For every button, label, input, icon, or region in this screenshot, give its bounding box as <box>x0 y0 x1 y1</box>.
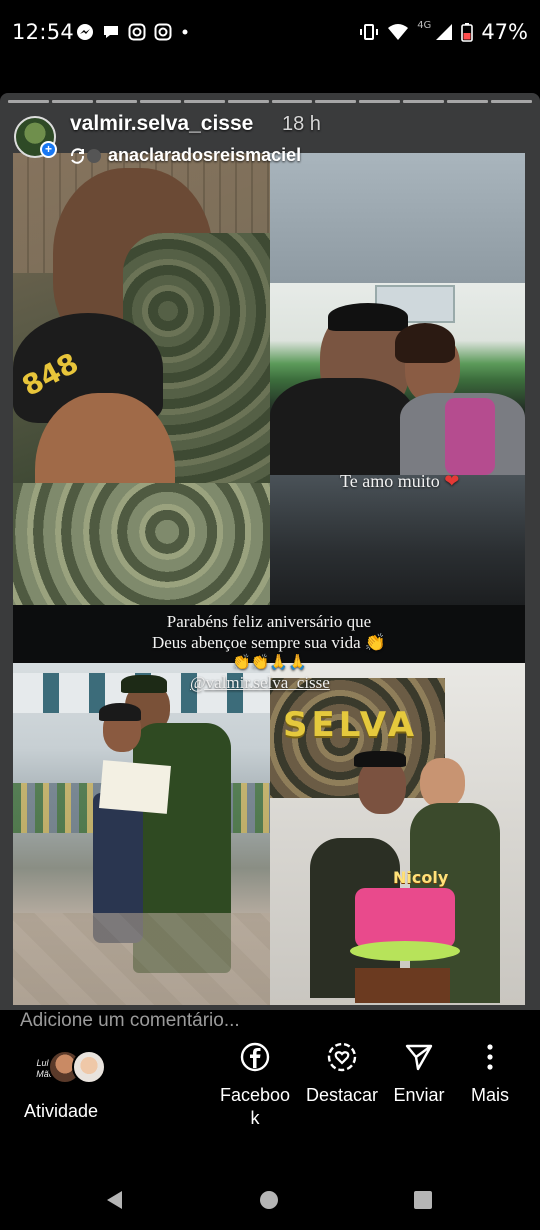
activity-avatar <box>72 1050 106 1084</box>
activity-avatars[interactable]: Lulu Mãe <box>28 1050 128 1090</box>
facebook-label-line1: Faceboo <box>219 1085 291 1105</box>
send-icon <box>405 1044 433 1071</box>
back-icon[interactable] <box>104 1189 124 1211</box>
instagram-icon <box>128 23 146 41</box>
reposted-username: anaclaradosreismaciel <box>108 145 302 165</box>
facebook-label-line2: k <box>250 1108 260 1128</box>
recents-icon[interactable] <box>413 1190 433 1210</box>
send-button[interactable]: Enviar <box>388 1040 450 1107</box>
repost-attribution[interactable]: anaclaradosreismaciel <box>70 145 301 166</box>
messenger-icon <box>77 24 93 40</box>
story-username[interactable]: valmir.selva_cisse <box>70 112 253 136</box>
network-type: 4G <box>417 19 432 31</box>
highlight-label: Destacar <box>305 1085 379 1105</box>
story-mention[interactable]: @valmir.selva_cisse <box>190 673 330 693</box>
cake-topper-name: Nicoly <box>393 868 449 887</box>
battery-icon <box>461 23 474 42</box>
clock: 12:54 <box>12 20 75 44</box>
signal-icon <box>436 24 453 40</box>
comment-input[interactable]: Adicione um comentário... <box>20 1010 240 1032</box>
repost-icon <box>70 147 101 164</box>
home-icon[interactable] <box>259 1190 279 1210</box>
share-facebook-button[interactable]: Faceboo k <box>218 1040 292 1130</box>
selva-banner-text: SELVA <box>283 705 419 745</box>
battery-percent: 47% <box>481 20 528 44</box>
status-right: 4G 47% <box>359 20 528 44</box>
more-label: Mais <box>470 1085 509 1105</box>
story-actions: Lulu Mãe Atividade Faceboo k Destacar En… <box>0 1040 540 1140</box>
more-icon <box>487 1044 493 1070</box>
notification-icons <box>76 23 190 41</box>
story-card[interactable]: 848 + valmir.selva_cisse 18 h anaclarado… <box>0 93 540 1010</box>
story-photo-background-bottom <box>270 475 525 605</box>
facebook-icon <box>240 1042 270 1072</box>
story-photo-selfie: 848 <box>13 153 270 605</box>
send-label: Enviar <box>393 1085 445 1105</box>
story-photo-uniform <box>270 283 525 475</box>
story-text-emojis: 👏👏🙏🙏 <box>232 655 307 671</box>
story-text-love: Te amo muito ❤ <box>340 471 460 491</box>
highlight-button[interactable]: Destacar <box>304 1040 380 1107</box>
add-story-badge[interactable]: + <box>40 141 57 158</box>
story-progress-bar <box>8 100 533 103</box>
chat-icon <box>104 26 118 38</box>
story-photo-ceremony <box>13 663 270 1005</box>
story-photo-background-top <box>270 153 525 283</box>
activity-label[interactable]: Atividade <box>24 1101 98 1122</box>
wifi-icon <box>388 24 409 40</box>
story-text-birthday: Parabéns feliz aniversário que Deus aben… <box>151 612 387 652</box>
dot-icon <box>182 29 188 35</box>
highlight-icon <box>327 1042 357 1072</box>
instagram-icon <box>154 23 172 41</box>
system-nav-bar <box>0 1170 540 1230</box>
status-bar: 12:54 4G 47% <box>0 0 540 66</box>
story-timestamp: 18 h <box>282 113 321 135</box>
more-button[interactable]: Mais <box>464 1040 516 1107</box>
vibrate-icon <box>360 24 379 40</box>
